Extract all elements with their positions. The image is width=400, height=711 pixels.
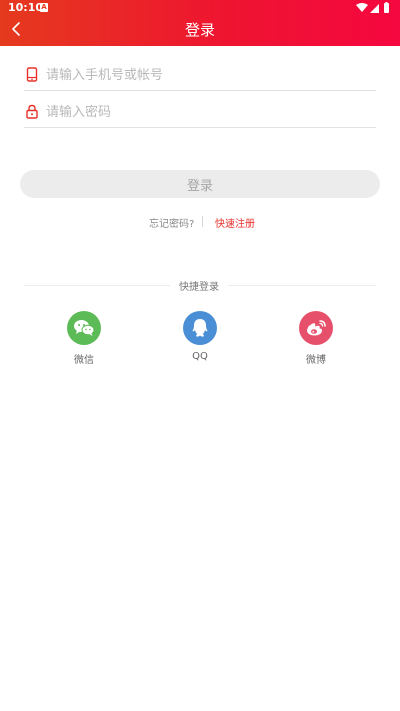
weibo-login-button[interactable]: 微博 [286, 311, 346, 371]
wechat-label: 微信 [74, 355, 94, 366]
phone-field [24, 59, 376, 91]
account-links: 忘记密码? 快速注册 [0, 214, 400, 230]
divider-left [24, 285, 170, 286]
status-time: 10:10 [8, 1, 44, 14]
status-bar: 10:10 A [0, 0, 400, 16]
qq-login-button[interactable]: QQ [170, 311, 230, 371]
link-divider [202, 216, 203, 227]
login-button[interactable]: 登录 [20, 170, 380, 198]
quick-register-link[interactable]: 快速注册 [215, 215, 255, 230]
phone-input[interactable] [46, 63, 366, 87]
qq-label: QQ [192, 351, 208, 362]
lock-icon [26, 104, 38, 123]
signal-icon [370, 4, 379, 13]
phone-icon [26, 67, 38, 86]
weibo-icon [299, 311, 333, 345]
battery-icon [384, 2, 389, 13]
password-field [24, 96, 376, 128]
header-bar: 10:10 A 登录 [0, 0, 400, 46]
notification-app-icon: A [40, 3, 48, 12]
wechat-login-button[interactable]: 微信 [54, 311, 114, 371]
weibo-label: 微博 [306, 355, 326, 366]
status-indicators [356, 2, 390, 14]
quick-login-title: 快捷登录 [179, 282, 219, 293]
password-input[interactable] [46, 100, 366, 124]
wechat-icon [67, 311, 101, 345]
divider-right [228, 285, 376, 286]
qq-icon [183, 311, 217, 345]
page-title: 登录 [184, 21, 215, 39]
wifi-icon [356, 3, 368, 12]
forgot-password-link[interactable]: 忘记密码? [149, 215, 194, 230]
